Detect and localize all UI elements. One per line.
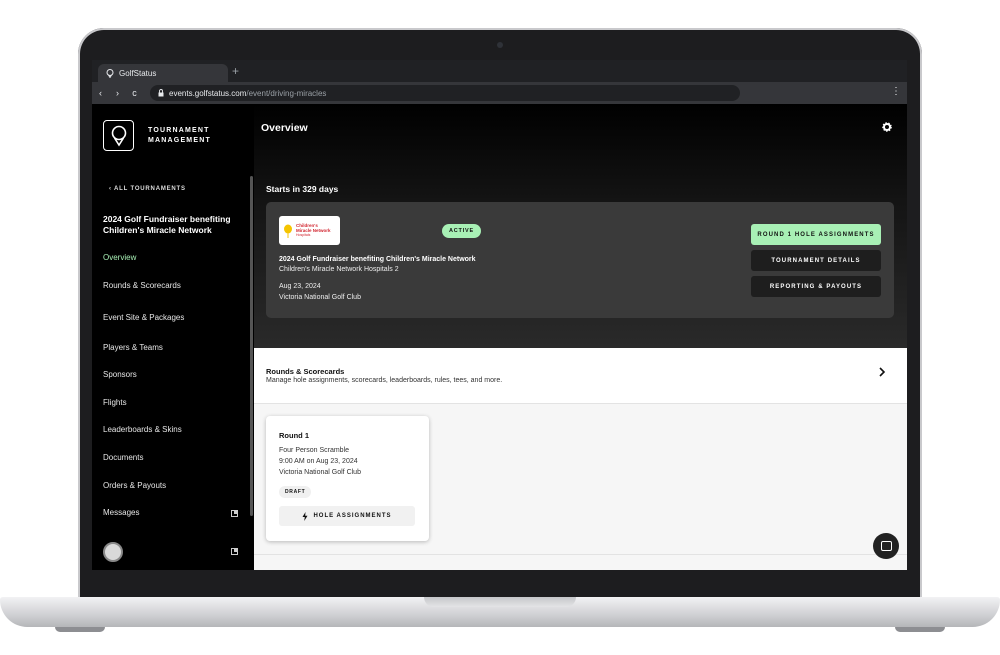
- status-badge: DRAFT: [279, 486, 312, 498]
- sidebar-item-orders[interactable]: Orders & Payouts: [103, 481, 166, 490]
- section-title: Rounds & Scorecards: [266, 367, 345, 376]
- event-title: 2024 Golf Fundraiser benefiting Children…: [103, 214, 231, 235]
- starts-countdown: Starts in 329 days: [266, 184, 339, 194]
- all-tournaments-link[interactable]: ‹ ALL TOURNAMENTS: [109, 186, 186, 192]
- hole-assignments-label: HOLE ASSIGNMENTS: [313, 513, 392, 519]
- event-name: 2024 Golf Fundraiser benefiting Children…: [279, 256, 476, 263]
- sidebar-item-players[interactable]: Players & Teams: [103, 343, 163, 352]
- org-logo: Children's Miracle Network Hospitals: [279, 216, 340, 245]
- event-summary-card: Children's Miracle Network Hospitals ACT…: [266, 202, 894, 318]
- event-date: Aug 23, 2024: [279, 283, 321, 290]
- external-link-icon[interactable]: [231, 548, 238, 555]
- round-format: Four Person Scramble: [279, 447, 350, 454]
- balloon-icon: [284, 224, 292, 238]
- sidebar-item-event-site[interactable]: Event Site & Packages: [103, 313, 184, 322]
- round-title: Round 1: [279, 431, 309, 440]
- avatar[interactable]: [103, 542, 123, 562]
- brand-line-2: MANAGEMENT: [148, 137, 211, 144]
- laptop-foot-right: [895, 627, 945, 632]
- laptop-notch: [424, 597, 576, 607]
- round-venue: Victoria National Golf Club: [279, 469, 361, 476]
- round-card[interactable]: Round 1 Four Person Scramble 9:00 AM on …: [266, 416, 429, 541]
- browser-tabstrip: GolfStatus +: [92, 60, 907, 82]
- main-content: Overview Starts in 329 days Children's M…: [254, 104, 907, 570]
- golfstatus-logo-icon[interactable]: [103, 120, 134, 151]
- round-time: 9:00 AM on Aug 23, 2024: [279, 458, 358, 465]
- brand-name: TOURNAMENT MANAGEMENT: [148, 126, 238, 146]
- hero-section: Overview Starts in 329 days Children's M…: [254, 104, 907, 348]
- reporting-payouts-button[interactable]: REPORTING & PAYOUTS: [751, 276, 881, 297]
- address-bar-row: ‹ › c events.golfstatus.com/event/drivin…: [92, 82, 907, 104]
- sidebar-item-messages[interactable]: Messages: [103, 508, 139, 517]
- new-tab-button[interactable]: +: [232, 64, 239, 78]
- gear-icon[interactable]: [882, 122, 892, 132]
- chat-icon[interactable]: [873, 533, 899, 559]
- lock-icon: [158, 89, 164, 97]
- tab-title: GolfStatus: [119, 68, 157, 78]
- divider: [254, 554, 907, 555]
- sidebar-item-flights[interactable]: Flights: [103, 398, 127, 407]
- page-title: Overview: [261, 122, 308, 134]
- sidebar-item-sponsors[interactable]: Sponsors: [103, 370, 137, 379]
- hole-assignments-button[interactable]: HOLE ASSIGNMENTS: [279, 506, 415, 526]
- org-logo-text-3: Hospitals: [296, 233, 311, 237]
- browser-menu-icon[interactable]: ⋮: [891, 86, 901, 97]
- golfstatus-pin-icon: [106, 68, 114, 78]
- sidebar-item-overview[interactable]: Overview: [103, 253, 136, 262]
- laptop-camera: [497, 42, 503, 48]
- screen: GolfStatus + ‹ › c events.golfstatus.com…: [92, 60, 907, 570]
- round1-hole-assignments-button[interactable]: ROUND 1 HOLE ASSIGNMENTS: [751, 224, 881, 245]
- bolt-icon: [302, 511, 308, 521]
- reload-icon[interactable]: c: [126, 88, 143, 98]
- event-venue: Victoria National Golf Club: [279, 294, 361, 301]
- section-subtitle: Manage hole assignments, scorecards, lea…: [266, 377, 503, 384]
- url-host: events.golfstatus.com: [169, 88, 247, 98]
- sidebar-item-leaderboards[interactable]: Leaderboards & Skins: [103, 425, 182, 434]
- all-tournaments-label: ALL TOURNAMENTS: [114, 186, 186, 192]
- external-link-icon[interactable]: [231, 510, 238, 517]
- sidebar-scrollbar[interactable]: [250, 176, 253, 516]
- status-badge: ACTIVE: [442, 224, 481, 238]
- forward-arrow-icon[interactable]: ›: [109, 88, 126, 98]
- laptop-foot-left: [55, 627, 105, 632]
- sidebar-item-rounds[interactable]: Rounds & Scorecards: [103, 281, 181, 290]
- sidebar: TOURNAMENT MANAGEMENT ‹ ALL TOURNAMENTS …: [92, 104, 254, 570]
- back-arrow-icon[interactable]: ‹: [92, 88, 109, 98]
- brand-line-1: TOURNAMENT: [148, 127, 210, 134]
- rounds-scorecards-section[interactable]: Rounds & Scorecards Manage hole assignme…: [254, 348, 907, 404]
- org-name: Children's Miracle Network Hospitals 2: [279, 266, 399, 273]
- sidebar-item-documents[interactable]: Documents: [103, 453, 143, 462]
- url-path: /event/driving-miracles: [246, 88, 327, 98]
- browser-tab[interactable]: GolfStatus: [98, 64, 228, 82]
- url-field[interactable]: events.golfstatus.com/event/driving-mira…: [150, 85, 740, 101]
- chevron-right-icon[interactable]: [878, 366, 886, 378]
- tournament-details-button[interactable]: TOURNAMENT DETAILS: [751, 250, 881, 271]
